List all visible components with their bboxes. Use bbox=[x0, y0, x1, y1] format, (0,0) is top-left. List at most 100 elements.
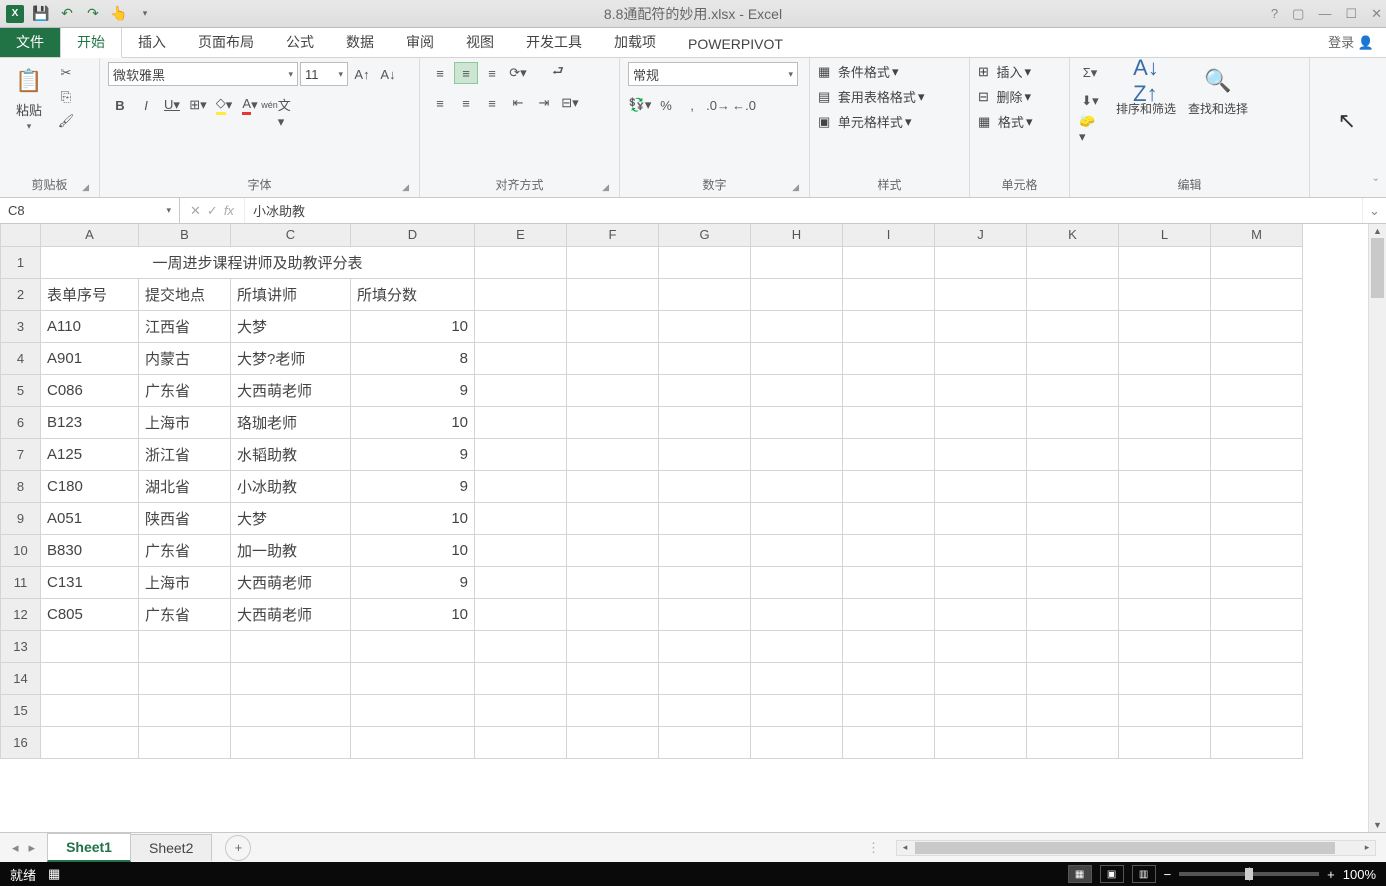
cell[interactable]: 9 bbox=[351, 374, 475, 406]
cell[interactable] bbox=[935, 598, 1027, 630]
cell[interactable] bbox=[475, 630, 567, 662]
cell[interactable] bbox=[41, 662, 139, 694]
cell[interactable] bbox=[935, 278, 1027, 310]
scroll-down-icon[interactable]: ▼ bbox=[1369, 818, 1386, 832]
launcher-icon[interactable]: ◢ bbox=[82, 182, 89, 193]
cell[interactable] bbox=[843, 598, 935, 630]
cell[interactable] bbox=[567, 566, 659, 598]
cell[interactable]: 陕西省 bbox=[139, 502, 231, 534]
row-header[interactable]: 16 bbox=[1, 726, 41, 758]
cell[interactable] bbox=[1119, 246, 1211, 278]
bold-button[interactable]: B bbox=[108, 94, 132, 116]
row-header[interactable]: 12 bbox=[1, 598, 41, 630]
cell[interactable] bbox=[1027, 726, 1119, 758]
zoom-in-icon[interactable]: + bbox=[1327, 867, 1335, 882]
format-cells-button[interactable]: ▦ 格式▾ bbox=[978, 112, 1032, 131]
cell[interactable] bbox=[935, 694, 1027, 726]
cell[interactable]: 10 bbox=[351, 534, 475, 566]
row-header[interactable]: 8 bbox=[1, 470, 41, 502]
help-icon[interactable]: ? bbox=[1271, 6, 1278, 22]
cell[interactable] bbox=[935, 566, 1027, 598]
cell[interactable] bbox=[659, 246, 751, 278]
decrease-decimal-icon[interactable]: ←.0 bbox=[732, 94, 756, 116]
cell[interactable] bbox=[843, 406, 935, 438]
cell[interactable] bbox=[1027, 662, 1119, 694]
cell[interactable] bbox=[843, 438, 935, 470]
tab-view[interactable]: 视图 bbox=[450, 26, 510, 57]
launcher-icon[interactable]: ◢ bbox=[602, 182, 609, 193]
cell[interactable] bbox=[1211, 726, 1303, 758]
orientation-icon[interactable]: ⟳▾ bbox=[506, 62, 530, 84]
cell[interactable] bbox=[1211, 470, 1303, 502]
align-right-icon[interactable]: ≡ bbox=[480, 92, 504, 114]
cell[interactable]: 10 bbox=[351, 502, 475, 534]
sort-filter-button[interactable]: A↓Z↑ 排序和筛选 bbox=[1112, 62, 1180, 119]
cell[interactable] bbox=[351, 694, 475, 726]
cell[interactable] bbox=[41, 694, 139, 726]
row-header[interactable]: 7 bbox=[1, 438, 41, 470]
cell[interactable] bbox=[843, 694, 935, 726]
cell[interactable] bbox=[1211, 246, 1303, 278]
find-select-button[interactable]: 🔍 查找和选择 bbox=[1184, 62, 1252, 119]
cell[interactable] bbox=[1211, 374, 1303, 406]
cell[interactable]: 10 bbox=[351, 406, 475, 438]
column-header[interactable]: K bbox=[1027, 224, 1119, 246]
cell[interactable]: 水韬助教 bbox=[231, 438, 351, 470]
cell[interactable] bbox=[751, 534, 843, 566]
title-cell[interactable]: 一周进步课程讲师及助教评分表 bbox=[41, 246, 475, 278]
cell[interactable] bbox=[139, 726, 231, 758]
grid[interactable]: ABCDEFGHIJKLM1一周进步课程讲师及助教评分表2表单序号提交地点所填讲… bbox=[0, 224, 1368, 832]
cell[interactable] bbox=[935, 438, 1027, 470]
zoom-out-icon[interactable]: − bbox=[1164, 867, 1172, 882]
cell[interactable] bbox=[751, 342, 843, 374]
cell[interactable] bbox=[567, 278, 659, 310]
tab-home[interactable]: 开始 bbox=[60, 25, 122, 58]
cell[interactable] bbox=[843, 726, 935, 758]
cell[interactable] bbox=[475, 278, 567, 310]
cell[interactable] bbox=[567, 726, 659, 758]
horizontal-scrollbar[interactable]: ◂ ▸ bbox=[896, 840, 1376, 856]
cell[interactable] bbox=[659, 566, 751, 598]
column-header[interactable]: A bbox=[41, 224, 139, 246]
cell[interactable] bbox=[475, 406, 567, 438]
touch-mode-icon[interactable]: 👆 bbox=[110, 5, 128, 23]
cell[interactable] bbox=[751, 662, 843, 694]
cell[interactable]: 广东省 bbox=[139, 374, 231, 406]
align-left-icon[interactable]: ≡ bbox=[428, 92, 452, 114]
decrease-indent-icon[interactable]: ⇤ bbox=[506, 92, 530, 114]
cell[interactable] bbox=[567, 438, 659, 470]
cell[interactable] bbox=[1211, 438, 1303, 470]
cell[interactable] bbox=[751, 374, 843, 406]
cell[interactable] bbox=[231, 694, 351, 726]
cell[interactable] bbox=[1027, 534, 1119, 566]
tab-addin[interactable]: 加载项 bbox=[598, 26, 672, 57]
cell[interactable] bbox=[751, 310, 843, 342]
cell[interactable] bbox=[1119, 566, 1211, 598]
column-header[interactable]: L bbox=[1119, 224, 1211, 246]
cell[interactable] bbox=[41, 726, 139, 758]
cell[interactable] bbox=[935, 662, 1027, 694]
cell[interactable] bbox=[1119, 598, 1211, 630]
header-cell[interactable]: 所填讲师 bbox=[231, 278, 351, 310]
paste-button[interactable]: 📋 粘贴 ▾ bbox=[8, 62, 50, 134]
fill-icon[interactable]: ⬇▾ bbox=[1078, 90, 1102, 112]
insert-cells-button[interactable]: ⊞ 插入▾ bbox=[978, 62, 1031, 81]
cell[interactable]: 大梦?老师 bbox=[231, 342, 351, 374]
conditional-format-button[interactable]: ▦ 条件格式▾ bbox=[818, 62, 898, 81]
row-header[interactable]: 15 bbox=[1, 694, 41, 726]
cell[interactable] bbox=[567, 502, 659, 534]
decrease-font-icon[interactable]: A↓ bbox=[376, 63, 400, 85]
cell[interactable] bbox=[475, 374, 567, 406]
row-header[interactable]: 9 bbox=[1, 502, 41, 534]
cancel-icon[interactable]: ✕ bbox=[190, 203, 201, 219]
cell[interactable] bbox=[751, 694, 843, 726]
cell[interactable] bbox=[751, 502, 843, 534]
cell[interactable] bbox=[475, 246, 567, 278]
cell[interactable] bbox=[567, 342, 659, 374]
cell[interactable] bbox=[1027, 502, 1119, 534]
cell[interactable] bbox=[751, 406, 843, 438]
cell[interactable]: 上海市 bbox=[139, 406, 231, 438]
cell[interactable] bbox=[843, 374, 935, 406]
cell[interactable]: 10 bbox=[351, 310, 475, 342]
cell[interactable] bbox=[751, 438, 843, 470]
